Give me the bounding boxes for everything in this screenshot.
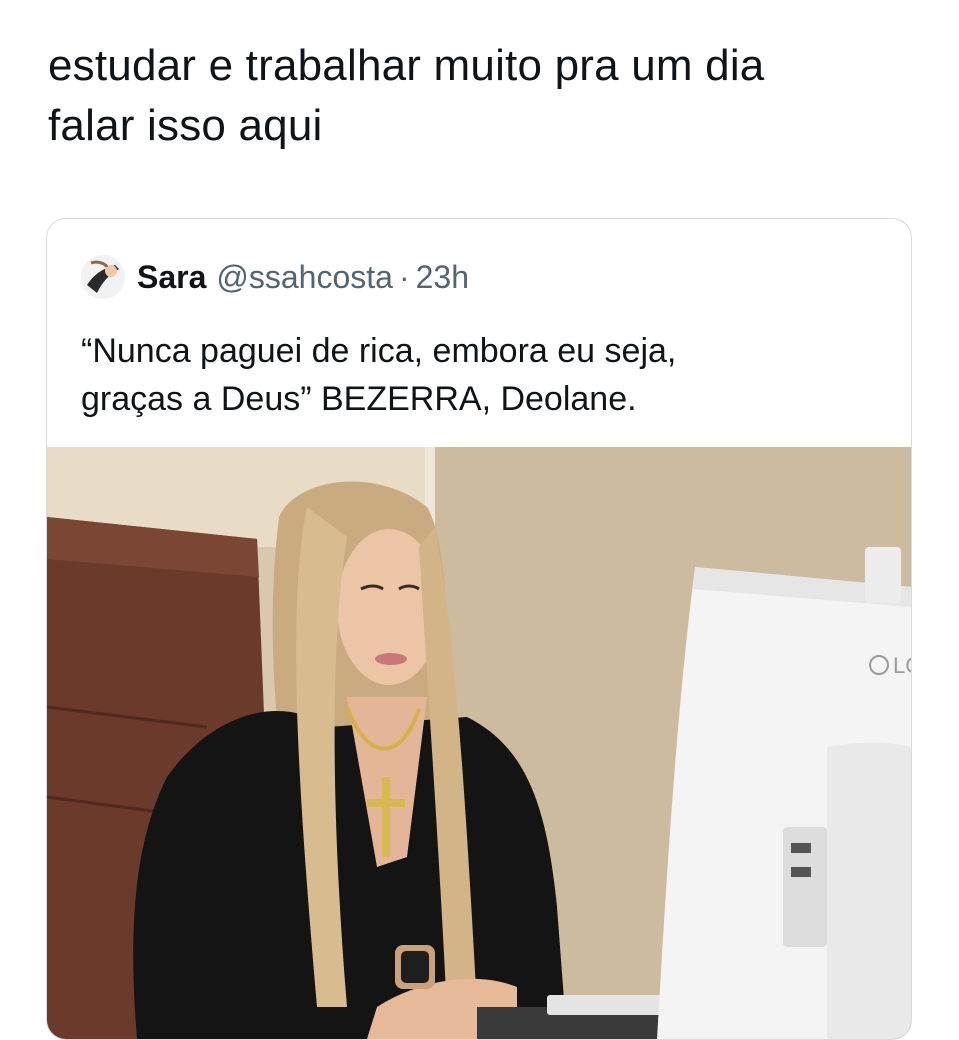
cross-pendant <box>382 777 390 857</box>
tweet-text: estudar e trabalhar muito pra um dia fal… <box>48 36 928 156</box>
monitor-brand-logo: LG <box>893 653 911 678</box>
tweet-text-line-1: estudar e trabalhar muito pra um dia <box>48 41 765 90</box>
keyboard <box>547 995 667 1015</box>
quoted-text-line-2: graças a Deus” BEZERRA, Deolane. <box>81 380 637 418</box>
quoted-tweet-header: Sara @ssahcosta · 23h <box>81 253 469 301</box>
photo-illustration: LG <box>47 447 911 1039</box>
author-name[interactable]: Sara <box>137 259 206 296</box>
quoted-text-line-1: “Nunca paguei de rica, embora eu seja, <box>81 332 677 370</box>
timestamp[interactable]: 23h <box>416 259 469 296</box>
tweet-photo[interactable]: LG <box>47 447 911 1039</box>
author-avatar[interactable] <box>81 255 125 299</box>
tweet-text-line-2: falar isso aqui <box>48 101 323 150</box>
author-handle[interactable]: @ssahcosta <box>216 259 393 296</box>
quoted-tweet-text: “Nunca paguei de rica, embora eu seja, g… <box>81 327 881 423</box>
quoted-tweet-card[interactable]: Sara @ssahcosta · 23h “Nunca paguei de r… <box>46 218 912 1040</box>
header-separator: · <box>398 258 410 295</box>
